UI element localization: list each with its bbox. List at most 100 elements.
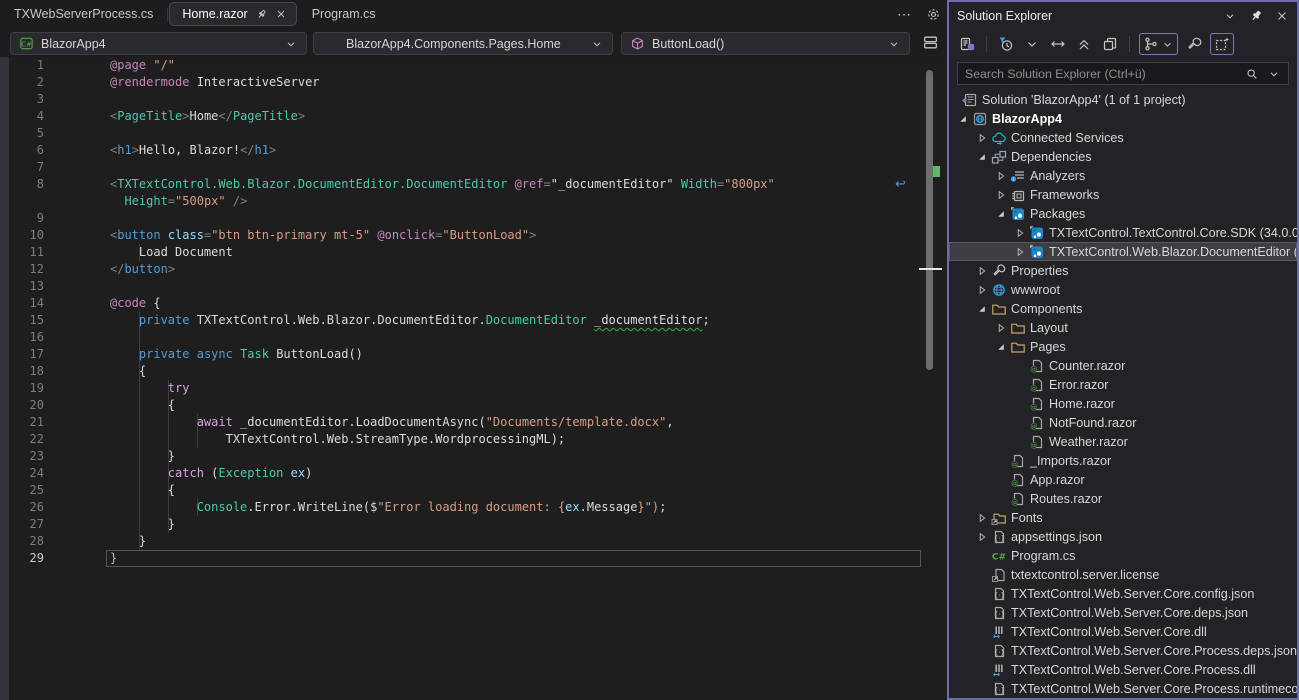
expander-closed-icon[interactable] [974,264,990,278]
expander-open-icon[interactable] [974,150,990,164]
code-line-20[interactable]: 20 { [0,397,947,414]
code-line-10[interactable]: 10<button class="btn btn-primary mt-5" @… [0,227,947,244]
tree-item-txtextcontrol-web-server-core-process-de[interactable]: {·}TXTextControl.Web.Server.Core.Process… [949,641,1297,660]
code-line-17[interactable]: 17 private async Task ButtonLoad() [0,346,947,363]
code-line-29[interactable]: 29} [0,550,947,567]
preview-selected-items-button[interactable] [1100,33,1120,55]
tree-item--imports-razor[interactable]: @_Imports.razor [949,451,1297,470]
tree-item-packages[interactable]: Packages [949,204,1297,223]
code-line-16[interactable]: 16 [0,329,947,346]
tree-item-txtextcontrol-web-server-core-process-ru[interactable]: {·}TXTextControl.Web.Server.Core.Process… [949,679,1297,698]
code-line-6[interactable]: 6<h1>Hello, Blazor!</h1> [0,142,947,159]
chevron-down-icon[interactable] [1267,67,1281,81]
expander-closed-icon[interactable] [1012,245,1028,259]
code-line-8[interactable]: 8<TXTextControl.Web.Blazor.DocumentEdito… [0,176,947,193]
tree-item-routes-razor[interactable]: @Routes.razor [949,489,1297,508]
collapse-all-button[interactable] [1074,33,1094,55]
tab-overflow-icon[interactable]: ⋯ [897,6,912,23]
chevron-down-icon[interactable] [1223,9,1237,23]
code-line-7[interactable]: 7 [0,159,947,176]
show-all-files-button[interactable] [1210,33,1234,55]
tree-item-solution-blazorapp4-1-of-1-project-[interactable]: Solution 'BlazorApp4' (1 of 1 project) [949,90,1297,109]
project-dropdown[interactable]: C# BlazorApp4 [10,32,307,55]
tree-item-fonts[interactable]: Fonts [949,508,1297,527]
code-line-4[interactable]: 4<PageTitle>Home</PageTitle> [0,108,947,125]
tree-item-txtextcontrol-web-blazor-documenteditor-[interactable]: TXTextControl.Web.Blazor.DocumentEditor … [949,242,1297,261]
chevron-down-button[interactable] [1022,33,1042,55]
solution-explorer-titlebar[interactable]: Solution Explorer [949,2,1297,29]
tree-item-weather-razor[interactable]: @Weather.razor [949,432,1297,451]
expander-closed-icon[interactable] [993,188,1009,202]
tab-txwebserverprocess-cs[interactable]: TXWebServerProcess.cs [0,0,167,28]
code-line-24[interactable]: 24 catch (Exception ex) [0,465,947,482]
tab-program-cs[interactable]: Program.cs [298,0,390,28]
code-line-26[interactable]: 26 Console.Error.WriteLine($"Error loadi… [0,499,947,516]
pending-changes-filter-button[interactable] [996,33,1016,55]
search-input[interactable]: Search Solution Explorer (Ctrl+ü) [957,62,1289,85]
expander-open-icon[interactable] [974,302,990,316]
tree-item-properties[interactable]: Properties [949,261,1297,280]
tab-home-razor[interactable]: Home.razor [169,2,296,26]
expander-closed-icon[interactable] [974,511,990,525]
editor-vertical-scrollbar[interactable] [926,70,933,370]
tree-item-txtextcontrol-web-server-core-deps-json[interactable]: {·}TXTextControl.Web.Server.Core.deps.js… [949,603,1297,622]
code-line-25[interactable]: 25 { [0,482,947,499]
tree-item-txtextcontrol-web-server-core-config-jso[interactable]: {·}TXTextControl.Web.Server.Core.config.… [949,584,1297,603]
pin-icon[interactable] [255,8,268,21]
tree-item-layout[interactable]: Layout [949,318,1297,337]
expander-closed-icon[interactable] [993,321,1009,335]
tree-item-components[interactable]: Components [949,299,1297,318]
code-line-18[interactable]: 18 { [0,363,947,380]
tree-item-analyzers[interactable]: iAnalyzers [949,166,1297,185]
namespace-dropdown[interactable]: BlazorApp4.Components.Pages.Home [313,32,613,55]
close-icon[interactable] [275,8,287,20]
tree-item-txtextcontrol-web-server-core-process-dl[interactable]: TXTextControl.Web.Server.Core.Process.dl… [949,660,1297,679]
tree-item-program-cs[interactable]: C#Program.cs [949,546,1297,565]
pin-icon[interactable] [1249,9,1263,23]
expander-closed-icon[interactable] [974,530,990,544]
code-line-14[interactable]: 14@code { [0,295,947,312]
file-nesting-button[interactable] [1139,33,1178,55]
code-line-19[interactable]: 19 try [0,380,947,397]
search-icon[interactable] [1245,67,1259,81]
code-line-15[interactable]: 15 private TXTextControl.Web.Blazor.Docu… [0,312,947,329]
tree-item-connected-services[interactable]: Connected Services [949,128,1297,147]
code-line-12[interactable]: 12</button> [0,261,947,278]
code-line-2[interactable]: 2@rendermode InteractiveServer [0,74,947,91]
gear-icon[interactable] [926,7,941,22]
code-editor[interactable]: 1@page "/"2@rendermode InteractiveServer… [0,57,947,700]
tree-item-txtextcontrol-textcontrol-core-sdk-34-0-[interactable]: TXTextControl.TextControl.Core.SDK (34.0… [949,223,1297,242]
close-icon[interactable] [1275,9,1289,23]
expander-open-icon[interactable] [993,340,1009,354]
expander-closed-icon[interactable] [1012,226,1028,240]
tree-item-counter-razor[interactable]: @Counter.razor [949,356,1297,375]
split-editor-icon[interactable] [922,34,939,51]
code-line-9[interactable]: 9 [0,210,947,227]
expander-closed-icon[interactable] [974,131,990,145]
tree-item-frameworks[interactable]: Frameworks [949,185,1297,204]
tree-item-txtextcontrol-server-license[interactable]: txtextcontrol.server.license [949,565,1297,584]
tree-item-home-razor[interactable]: @Home.razor [949,394,1297,413]
tree-item-pages[interactable]: Pages [949,337,1297,356]
code-line-5[interactable]: 5 [0,125,947,142]
code-line-13[interactable]: 13 [0,278,947,295]
tree-item-error-razor[interactable]: @Error.razor [949,375,1297,394]
code-line-11[interactable]: 11 Load Document [0,244,947,261]
tree-item-appsettings-json[interactable]: {·}appsettings.json [949,527,1297,546]
expander-closed-icon[interactable] [993,169,1009,183]
code-line-wrap[interactable]: Height="500px" /> [0,193,947,210]
sync-with-active-document-button[interactable] [1048,33,1068,55]
code-line-23[interactable]: 23 } [0,448,947,465]
tree-item-notfound-razor[interactable]: @NotFound.razor [949,413,1297,432]
wrench-button[interactable] [1184,33,1204,55]
code-line-1[interactable]: 1@page "/" [0,57,947,74]
tree-item-txtextcontrol-web-server-core-dll[interactable]: TXTextControl.Web.Server.Core.dll [949,622,1297,641]
switch-views-button[interactable] [957,33,977,55]
expander-open-icon[interactable] [993,207,1009,221]
code-line-28[interactable]: 28 } [0,533,947,550]
code-line-21[interactable]: 21 await _documentEditor.LoadDocumentAsy… [0,414,947,431]
tree-item-dependencies[interactable]: Dependencies [949,147,1297,166]
member-dropdown[interactable]: ButtonLoad() [621,32,910,55]
code-line-22[interactable]: 22 TXTextControl.Web.StreamType.Wordproc… [0,431,947,448]
code-line-3[interactable]: 3 [0,91,947,108]
